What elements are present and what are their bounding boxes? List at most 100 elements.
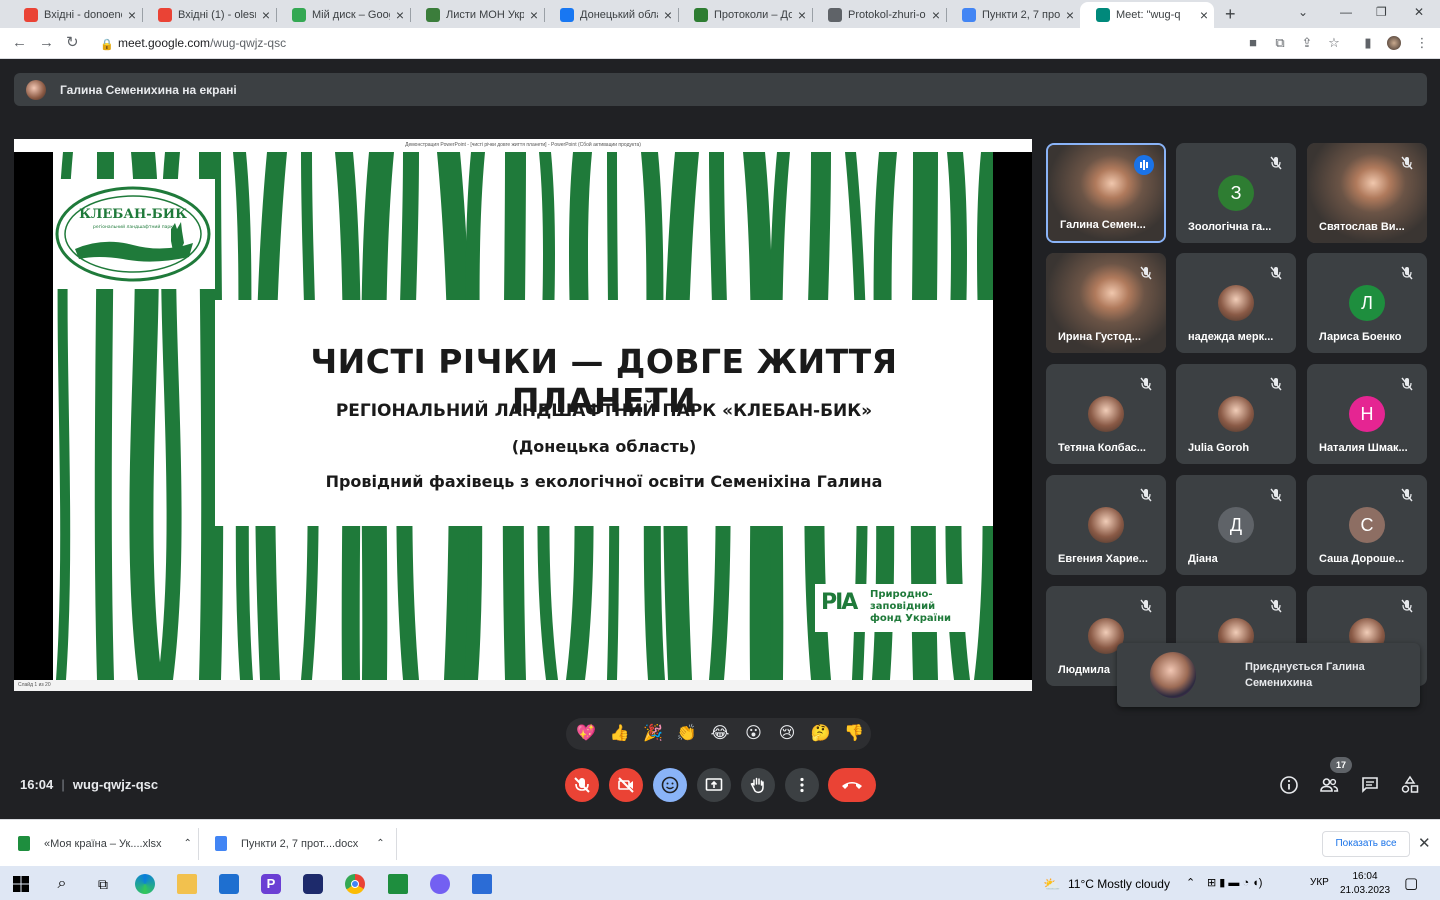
back-icon[interactable]: ← [12,35,27,51]
weather-text[interactable]: 11°C Mostly cloudy [1068,877,1170,891]
leave-call-button[interactable] [828,768,876,802]
browser-tab[interactable]: Protokol-zhuri-ol × [812,2,946,28]
participant-photo [1218,396,1254,432]
reaction-emoji[interactable]: 😢 [777,724,797,744]
reload-icon[interactable]: ↻ [66,35,79,51]
defender-icon[interactable] [303,874,323,894]
browser-tab[interactable]: Meet: "wug-q × [1080,2,1214,28]
reactions-button[interactable] [653,768,687,802]
chevron-up-icon[interactable]: ⌃ [376,838,384,849]
mail-icon[interactable] [219,874,239,894]
browser-tab[interactable]: Листи МОН Укра × [410,2,544,28]
maximize-icon[interactable]: ❐ [1376,5,1387,19]
close-tab-icon[interactable]: × [128,7,136,23]
close-tab-icon[interactable]: × [1066,7,1074,23]
excel-file-icon[interactable] [388,874,408,894]
close-tab-icon[interactable]: × [396,7,404,23]
reaction-emoji[interactable]: 😮 [744,724,764,744]
lock-icon[interactable]: 🔒 [100,37,114,53]
browser-tab[interactable]: Мій диск – Google × [276,2,410,28]
mic-off-button[interactable] [565,768,599,802]
participant-tile[interactable]: Л Лариса Боенко [1307,253,1427,353]
file-explorer-icon[interactable] [177,874,197,894]
camera-icon[interactable]: ■ [1246,36,1260,50]
minimize-icon[interactable]: — [1340,5,1352,19]
reaction-emoji[interactable]: 🤔 [811,724,831,744]
translate-icon[interactable]: ⧉ [1273,36,1287,50]
chevron-up-icon[interactable]: ⌃ [184,838,192,849]
close-tab-icon[interactable]: × [530,7,538,23]
slide-region: (Донецька область) [511,437,697,456]
share-icon[interactable]: ⇪ [1300,36,1314,50]
close-tab-icon[interactable]: × [664,7,672,23]
present-button[interactable] [697,768,731,802]
participant-tile[interactable]: Julia Goroh [1176,364,1296,464]
participant-tile[interactable]: надежда мерк... [1176,253,1296,353]
people-button[interactable] [1319,775,1339,795]
forward-icon[interactable]: → [39,35,54,51]
participant-tile[interactable]: С Саша Дороше... [1307,475,1427,575]
mic-muted-icon [1268,376,1284,392]
mic-muted-icon [1268,487,1284,503]
participant-tile[interactable]: Тетяна Колбас... [1046,364,1166,464]
tab-search-icon[interactable]: ⌄ [1298,5,1308,19]
close-tab-icon[interactable]: × [932,7,940,23]
profile-avatar[interactable] [1387,36,1401,50]
word-file-icon[interactable] [472,874,492,894]
browser-tab[interactable]: Пункти 2, 7 прот × [946,2,1080,28]
side-panel-icon[interactable]: ▮ [1361,36,1375,50]
language-indicator[interactable]: УКР [1310,877,1329,888]
mic-muted-icon [1138,598,1154,614]
new-tab-icon[interactable]: + [1225,4,1236,25]
show-all-button[interactable]: Показать все [1322,831,1410,857]
camera-off-button[interactable] [609,768,643,802]
url-path: /wug-qwjz-qsc [210,36,287,50]
download-item-xlsx[interactable]: «Моя країна – Ук....xlsx ⌃ [18,820,192,867]
reaction-emoji[interactable]: 💖 [576,724,596,744]
weather-icon[interactable]: ⛅ [1042,874,1062,894]
participant-tile[interactable]: Ирина Густод... [1046,253,1166,353]
reaction-emoji[interactable]: 👍 [610,724,630,744]
raise-hand-button[interactable] [741,768,775,802]
windows-start-icon[interactable] [11,874,31,894]
reaction-emoji[interactable]: 👏 [677,724,697,744]
browser-tab[interactable]: Вхідні - donoenc × [8,2,142,28]
viber-icon[interactable] [430,874,450,894]
browser-tab[interactable]: Протоколи – До × [678,2,812,28]
close-tab-icon[interactable]: × [1200,7,1208,23]
browser-tab[interactable]: Вхідні (1) - olesne × [142,2,276,28]
chrome-icon[interactable] [345,874,365,894]
chat-button[interactable] [1360,775,1380,795]
participant-tile[interactable]: Галина Семен... [1046,143,1166,243]
reaction-emoji[interactable]: 😂 [710,724,730,744]
browser-tab[interactable]: Донецький обла × [544,2,678,28]
menu-kebab-icon[interactable]: ⋮ [1415,36,1429,50]
participant-tile[interactable]: Н Наталия Шмак... [1307,364,1427,464]
search-icon[interactable]: ⌕ [52,874,72,894]
close-window-icon[interactable]: ✕ [1414,5,1424,19]
tray-icons[interactable]: ⊞ ▮ ▬ ◔ ◖) [1207,876,1262,889]
bookmark-star-icon[interactable]: ☆ [1327,36,1341,50]
tray-chevron-icon[interactable]: ⌃ [1186,876,1195,889]
reaction-emoji[interactable]: 👎 [844,724,864,744]
close-tab-icon[interactable]: × [798,7,806,23]
participant-tile[interactable]: Святослав Ви... [1307,143,1427,243]
activities-button[interactable] [1400,775,1420,795]
publisher-icon[interactable]: P [261,874,281,894]
reaction-emoji[interactable]: 🎉 [643,724,663,744]
participant-tile[interactable]: Д Діана [1176,475,1296,575]
participant-tile[interactable]: З Зоологічна га... [1176,143,1296,243]
meeting-details-button[interactable] [1279,775,1299,795]
participant-tile[interactable]: Евгения Харие... [1046,475,1166,575]
download-item-docx[interactable]: Пункти 2, 7 прот....docx ⌃ [215,820,385,867]
more-options-button[interactable] [785,768,819,802]
chat-icon [1362,777,1378,793]
edge-icon[interactable] [135,874,155,894]
notifications-icon[interactable]: ▢ [1404,874,1418,892]
close-icon[interactable]: ✕ [1418,834,1431,852]
address-bar[interactable]: meet.google.com/wug-qwjz-qsc [118,36,286,50]
close-tab-icon[interactable]: × [262,7,270,23]
taskbar-clock[interactable]: 16:04 21.03.2023 [1340,870,1390,898]
tab-favicon [158,8,172,22]
task-view-icon[interactable]: ⧉ [93,874,113,894]
